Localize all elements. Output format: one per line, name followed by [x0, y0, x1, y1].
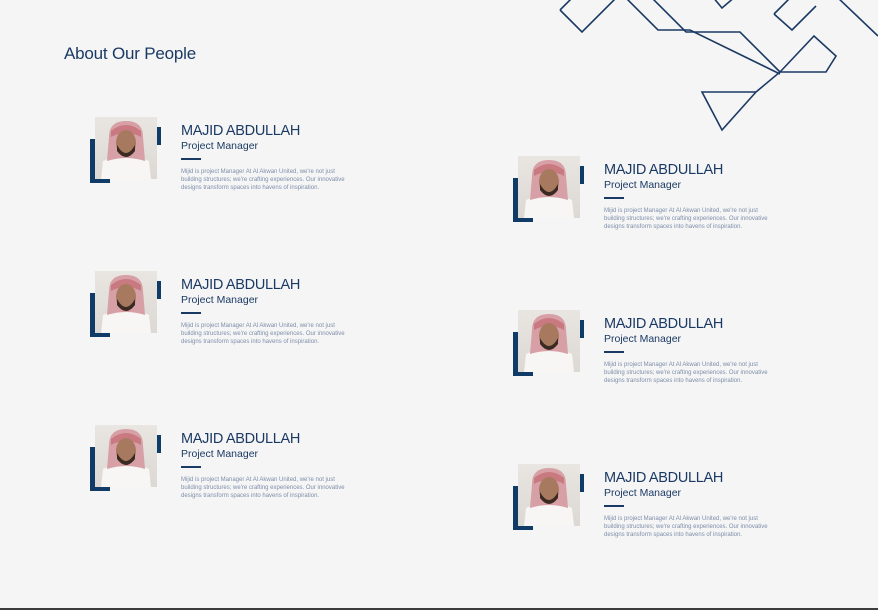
photo-frame-accent — [513, 218, 533, 222]
divider — [181, 158, 201, 160]
person-portrait-icon — [524, 314, 574, 372]
person-role: Project Manager — [181, 140, 259, 152]
person-photo-wrapper — [90, 425, 162, 495]
person-bio: Mijid is project Manager At Al Akwan Uni… — [604, 361, 768, 385]
person-bio: Mijid is project Manager At Al Akwan Uni… — [181, 476, 345, 500]
person-portrait-icon — [101, 121, 151, 179]
page-title: About Our People — [64, 44, 196, 63]
person-role: Project Manager — [604, 179, 682, 191]
person-portrait-icon — [101, 429, 151, 487]
person-bio: Mijid is project Manager At Al Akwan Uni… — [604, 515, 768, 539]
person-photo-wrapper — [90, 117, 162, 187]
person-photo-wrapper — [513, 464, 585, 534]
person-photo — [518, 310, 580, 372]
photo-frame-accent — [90, 333, 110, 337]
person-photo-wrapper — [513, 156, 585, 226]
divider — [604, 197, 624, 199]
person-portrait-icon — [101, 275, 151, 333]
person-card: MAJID ABDULLAH Project Manager Mijid is … — [513, 464, 783, 564]
person-card: MAJID ABDULLAH Project Manager Mijid is … — [90, 425, 360, 525]
person-name: MAJID ABDULLAH — [181, 277, 301, 293]
person-portrait-icon — [524, 160, 574, 218]
person-photo — [518, 464, 580, 526]
photo-frame-accent — [513, 526, 533, 530]
person-role: Project Manager — [604, 487, 682, 499]
person-card: MAJID ABDULLAH Project Manager Mijid is … — [90, 271, 360, 371]
person-role: Project Manager — [181, 294, 259, 306]
person-role: Project Manager — [604, 333, 682, 345]
person-bio: Mijid is project Manager At Al Akwan Uni… — [181, 168, 345, 192]
person-photo-wrapper — [90, 271, 162, 341]
person-bio: Mijid is project Manager At Al Akwan Uni… — [181, 322, 345, 346]
person-card: MAJID ABDULLAH Project Manager Mijid is … — [513, 156, 783, 256]
divider — [604, 505, 624, 507]
person-name: MAJID ABDULLAH — [604, 162, 724, 178]
person-photo — [518, 156, 580, 218]
person-card: MAJID ABDULLAH Project Manager Mijid is … — [90, 117, 360, 217]
person-name: MAJID ABDULLAH — [604, 470, 724, 486]
person-photo — [95, 271, 157, 333]
divider — [604, 351, 624, 353]
photo-frame-accent — [513, 372, 533, 376]
person-photo — [95, 117, 157, 179]
person-card: MAJID ABDULLAH Project Manager Mijid is … — [513, 310, 783, 410]
person-photo — [95, 425, 157, 487]
photo-frame-accent — [90, 179, 110, 183]
photo-frame-accent — [90, 487, 110, 491]
person-role: Project Manager — [181, 448, 259, 460]
divider — [181, 312, 201, 314]
person-name: MAJID ABDULLAH — [181, 431, 301, 447]
person-name: MAJID ABDULLAH — [181, 123, 301, 139]
person-bio: Mijid is project Manager At Al Akwan Uni… — [604, 207, 768, 231]
person-name: MAJID ABDULLAH — [604, 316, 724, 332]
person-photo-wrapper — [513, 310, 585, 380]
person-portrait-icon — [524, 468, 574, 526]
divider — [181, 466, 201, 468]
geometric-lines-decoration — [559, 0, 878, 132]
